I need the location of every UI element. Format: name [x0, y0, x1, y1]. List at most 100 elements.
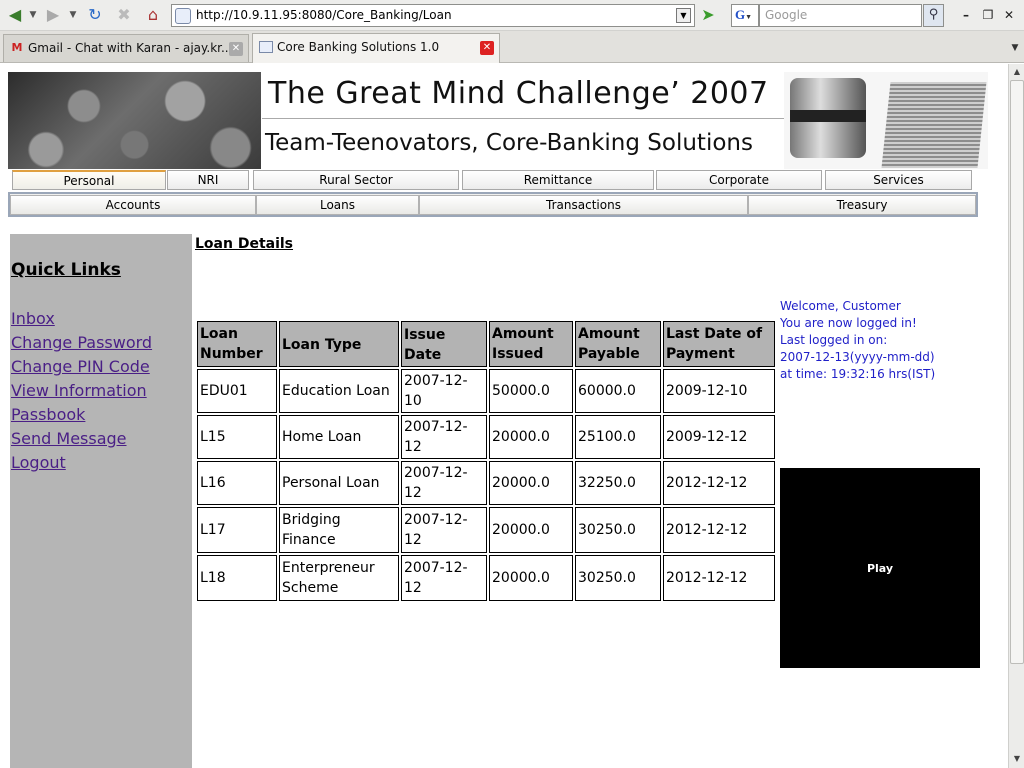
menu-loans[interactable]: Loans	[256, 195, 419, 215]
tab-core-banking[interactable]: Core Banking Solutions 1.0 ✕	[252, 33, 500, 63]
table-row: L18 Enterpreneur Scheme 2007-12-12 20000.…	[197, 555, 775, 601]
link-change-password[interactable]: Change Password	[11, 333, 152, 352]
header-text: Issue Date	[404, 327, 446, 363]
link-inbox[interactable]: Inbox	[11, 309, 55, 328]
scroll-down-arrow-icon[interactable]: ▼	[1010, 752, 1024, 766]
search-input[interactable]: Google	[759, 4, 922, 27]
tab-label: Gmail - Chat with Karan - ajay.kr...	[28, 41, 233, 55]
header-text: Loan Type	[282, 337, 362, 353]
menu-transactions[interactable]: Transactions	[419, 195, 748, 215]
welcome-line: at time: 19:32:16 hrs(IST)	[780, 367, 936, 381]
cell-amount-issued: 20000.0	[489, 461, 573, 505]
header-text: Issued	[492, 346, 544, 362]
minimize-icon[interactable]: –	[956, 5, 976, 25]
cell-last-date: 2009-12-12	[663, 415, 775, 459]
cell-text: Finance	[282, 532, 336, 548]
url-text[interactable]: http://10.9.11.95:8080/Core_Banking/Loan	[196, 8, 452, 22]
cell-loan-type: Bridging Finance	[279, 507, 399, 553]
vertical-scrollbar[interactable]: ▲ ▼	[1008, 64, 1024, 768]
stop-icon[interactable]: ✖	[113, 4, 135, 26]
url-history-dropdown-icon[interactable]: ▼	[676, 8, 691, 23]
primary-menu: Personal NRI Rural Sector Remittance Cor…	[10, 170, 976, 191]
search-engine-selector[interactable]: G▼	[731, 4, 759, 27]
cell-last-date: 2012-12-12	[663, 555, 775, 601]
welcome-line: Welcome, Customer	[780, 299, 901, 313]
menu-nri[interactable]: NRI	[167, 170, 249, 190]
cell-amount-issued: 20000.0	[489, 415, 573, 459]
cell-loan-number: L15	[197, 415, 277, 459]
cell-issue-date: 2007-12-12	[401, 415, 487, 459]
menu-rural-sector[interactable]: Rural Sector	[253, 170, 459, 190]
forward-history-dropdown-icon[interactable]: ▼	[68, 4, 78, 26]
cell-issue-date: 2007-12-12	[401, 461, 487, 505]
cell-text: Bridging	[282, 512, 341, 528]
welcome-line: Last logged in on:	[780, 333, 888, 347]
cell-loan-number: L18	[197, 555, 277, 601]
link-passbook[interactable]: Passbook	[11, 405, 85, 424]
go-arrow-icon[interactable]: ➤	[698, 5, 718, 25]
menu-remittance[interactable]: Remittance	[462, 170, 654, 190]
restore-icon[interactable]: ❐	[978, 5, 998, 25]
link-send-message[interactable]: Send Message	[11, 429, 127, 448]
cell-amount-payable: 25100.0	[575, 415, 661, 459]
url-bar[interactable]: http://10.9.11.95:8080/Core_Banking/Loan…	[171, 4, 695, 27]
back-arrow-icon[interactable]: ◀	[4, 4, 26, 26]
cell-last-date: 2012-12-12	[663, 461, 775, 505]
cell-issue-date: 2007-12-12	[401, 555, 487, 601]
browser-tabbar: M Gmail - Chat with Karan - ajay.kr... ✕…	[0, 31, 1024, 63]
home-icon[interactable]: ⌂	[142, 4, 164, 26]
search-engine-letter: G	[735, 7, 746, 22]
scrollbar-thumb[interactable]	[1010, 80, 1024, 664]
header-text: Amount	[578, 326, 640, 342]
cell-amount-payable: 60000.0	[575, 369, 661, 413]
money-stack-image	[881, 82, 987, 168]
tab-label: Core Banking Solutions 1.0	[277, 40, 440, 54]
banner-coins-image	[8, 72, 261, 169]
money-roll-image	[790, 78, 866, 158]
menu-personal[interactable]: Personal	[12, 170, 166, 190]
cell-last-date: 2012-12-12	[663, 507, 775, 553]
header-text: Payment	[666, 346, 735, 362]
welcome-line: 2007-12-13(yyyy-mm-dd)	[780, 350, 935, 364]
header-loan-number: Loan Number	[197, 321, 277, 367]
banner-title: The Great Mind Challenge’ 2007	[268, 76, 769, 111]
table-header-row: Loan Number Loan Type Issue Date Amount Is…	[197, 321, 775, 367]
cell-last-date: 2009-12-10	[663, 369, 775, 413]
search-magnifier-icon[interactable]: ⚲	[923, 4, 944, 27]
tab-gmail[interactable]: M Gmail - Chat with Karan - ajay.kr... ✕	[3, 34, 249, 62]
media-player[interactable]: Play	[780, 468, 980, 668]
cell-loan-type: Personal Loan	[279, 461, 399, 505]
header-last-date-of-payment: Last Date of Payment	[663, 321, 775, 367]
browser-navbar: ◀ ▼ ▶ ▼ ↻ ✖ ⌂ http://10.9.11.95:8080/Cor…	[0, 0, 1024, 31]
scroll-up-arrow-icon[interactable]: ▲	[1010, 65, 1024, 79]
back-history-dropdown-icon[interactable]: ▼	[28, 4, 38, 26]
menu-accounts[interactable]: Accounts	[10, 195, 256, 215]
header-amount-issued: Amount Issued	[489, 321, 573, 367]
link-logout[interactable]: Logout	[11, 453, 66, 472]
cell-text: Enterpreneur	[282, 560, 375, 576]
close-window-icon[interactable]: ✕	[999, 5, 1019, 25]
menu-services[interactable]: Services	[825, 170, 972, 190]
cell-amount-issued: 20000.0	[489, 555, 573, 601]
link-change-pin-code[interactable]: Change PIN Code	[11, 357, 150, 376]
menu-treasury[interactable]: Treasury	[748, 195, 976, 215]
menu-corporate[interactable]: Corporate	[656, 170, 822, 190]
page-icon	[259, 41, 273, 53]
cell-loan-type: Education Loan	[279, 369, 399, 413]
cell-amount-payable: 32250.0	[575, 461, 661, 505]
tab-list-dropdown-icon[interactable]: ▼	[1008, 41, 1022, 55]
loan-details-table: Loan Number Loan Type Issue Date Amount Is…	[195, 319, 777, 603]
loan-details-title: Loan Details	[195, 236, 294, 252]
header-text: Amount	[492, 326, 554, 342]
tab-close-icon[interactable]: ✕	[229, 42, 243, 56]
reload-icon[interactable]: ↻	[84, 4, 106, 26]
link-view-information[interactable]: View Information	[11, 381, 147, 400]
cell-issue-date: 2007-12-10	[401, 369, 487, 413]
gmail-icon: M	[11, 41, 23, 54]
cell-loan-type: Home Loan	[279, 415, 399, 459]
forward-arrow-icon[interactable]: ▶	[42, 4, 64, 26]
play-label[interactable]: Play	[780, 562, 980, 575]
tab-close-icon[interactable]: ✕	[480, 41, 494, 55]
web-page: The Great Mind Challenge’ 2007 Team-Teen…	[0, 64, 1008, 768]
header-amount-payable: Amount Payable	[575, 321, 661, 367]
